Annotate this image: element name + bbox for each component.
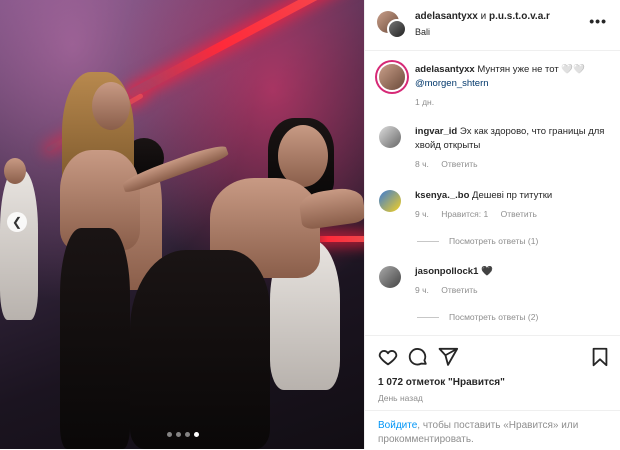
comment-meta: 9 ч. Нравится: 1 Ответить bbox=[415, 209, 547, 219]
authors-connector: и bbox=[480, 11, 487, 22]
comment-bubble-icon[interactable] bbox=[407, 346, 429, 368]
caption-meta: 1 дн. bbox=[415, 97, 444, 107]
post-actions-bar bbox=[365, 335, 620, 376]
reply-button[interactable]: Ответить bbox=[441, 159, 477, 169]
carousel-dot bbox=[167, 432, 172, 437]
person-figure bbox=[4, 158, 26, 184]
chevron-left-icon: ❮ bbox=[11, 215, 23, 229]
comment-text: jasonpollock1 🖤 bbox=[415, 265, 605, 279]
carousel-dot bbox=[185, 432, 190, 437]
comment-time: 8 ч. bbox=[415, 159, 429, 169]
post-header: adelasantyxx и p.u.s.t.o.v.a.r Bali ••• bbox=[365, 0, 620, 51]
comment-time: 9 ч. bbox=[415, 285, 429, 295]
caption-user-link[interactable]: adelasantyxx bbox=[415, 64, 475, 75]
reply-button[interactable]: Ответить bbox=[501, 209, 537, 219]
mention-link[interactable]: @morgen_shtern bbox=[415, 78, 489, 89]
person-figure bbox=[130, 250, 270, 449]
comment-likes[interactable]: Нравится: 1 bbox=[441, 209, 488, 219]
heart-icon[interactable] bbox=[377, 346, 399, 368]
caption-body: Мунтян уже не тот 🤍🤍 bbox=[477, 64, 585, 75]
coauthor-avatar[interactable] bbox=[387, 19, 407, 39]
login-link[interactable]: Войдите bbox=[378, 420, 417, 431]
laser-beam bbox=[127, 0, 362, 99]
post-date: День назад bbox=[378, 393, 423, 403]
caption-text: adelasantyxx Мунтян уже не тот 🤍🤍 @morge… bbox=[415, 63, 605, 91]
location-link[interactable]: Bali bbox=[415, 27, 430, 37]
carousel-indicator bbox=[167, 432, 199, 437]
likes-count[interactable]: 1 072 отметок "Нравится" bbox=[378, 377, 505, 388]
carousel-prev-button[interactable]: ❮ bbox=[7, 212, 27, 232]
view-replies-label: Посмотреть ответы (1) bbox=[449, 236, 539, 246]
person-figure bbox=[278, 125, 328, 187]
post-details-panel: adelasantyxx и p.u.s.t.o.v.a.r Bali ••• … bbox=[364, 0, 620, 449]
replies-divider bbox=[417, 316, 439, 318]
post-photo[interactable]: ❮ bbox=[0, 0, 364, 449]
comment-user-link[interactable]: jasonpollock1 bbox=[415, 266, 478, 277]
person-figure bbox=[92, 82, 130, 130]
person-figure bbox=[60, 228, 130, 449]
reply-button[interactable]: Ответить bbox=[441, 285, 477, 295]
post-authors: adelasantyxx и p.u.s.t.o.v.a.r bbox=[415, 11, 550, 22]
commenter-avatar[interactable] bbox=[379, 266, 401, 288]
comment-text: ksenya._.bo Дешеві пр титутки bbox=[415, 189, 605, 203]
caption-time: 1 дн. bbox=[415, 97, 435, 107]
login-prompt: Войдите, чтобы поставить «Нравится» или … bbox=[365, 410, 620, 450]
view-replies-button[interactable]: Посмотреть ответы (1) bbox=[417, 236, 538, 246]
comment-user-link[interactable]: ingvar_id bbox=[415, 126, 457, 137]
more-dots-icon[interactable]: ••• bbox=[589, 13, 607, 29]
commenter-avatar[interactable] bbox=[379, 190, 401, 212]
author-link[interactable]: adelasantyxx bbox=[415, 11, 478, 22]
comment-body: 🖤 bbox=[481, 266, 493, 277]
carousel-dot bbox=[176, 432, 181, 437]
carousel-dot-active bbox=[194, 432, 199, 437]
comment-user-link[interactable]: ksenya._.bo bbox=[415, 190, 469, 201]
person-figure bbox=[0, 170, 38, 320]
view-replies-button[interactable]: Посмотреть ответы (2) bbox=[417, 312, 538, 322]
comment-meta: 8 ч. Ответить bbox=[415, 159, 488, 169]
coauthor-link[interactable]: p.u.s.t.o.v.a.r bbox=[489, 11, 550, 22]
commenter-avatar[interactable] bbox=[379, 126, 401, 148]
comment-time: 9 ч. bbox=[415, 209, 429, 219]
share-plane-icon[interactable] bbox=[437, 346, 459, 368]
caption-avatar[interactable] bbox=[379, 64, 405, 90]
comment-meta: 9 ч. Ответить bbox=[415, 285, 488, 295]
login-text: Войдите, чтобы поставить «Нравится» или … bbox=[378, 419, 608, 447]
view-replies-label: Посмотреть ответы (2) bbox=[449, 312, 539, 322]
comment-text: ingvar_id Эх как здорово, что границы дл… bbox=[415, 125, 605, 153]
comment-body: Дешеві пр титутки bbox=[472, 190, 553, 201]
replies-divider bbox=[417, 240, 439, 242]
bookmark-icon[interactable] bbox=[589, 346, 611, 368]
